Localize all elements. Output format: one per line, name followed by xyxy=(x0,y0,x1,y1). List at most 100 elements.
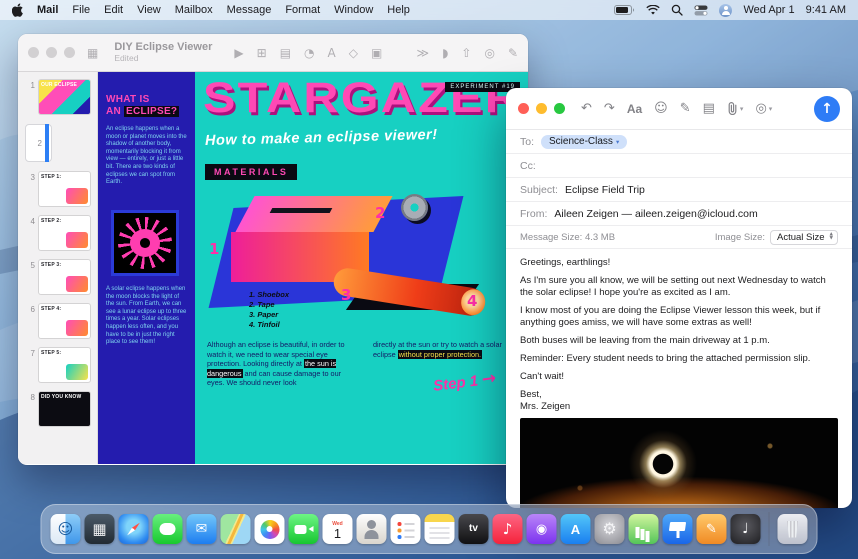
viewer-slit xyxy=(270,208,333,213)
send-button[interactable]: ↑ xyxy=(814,96,840,122)
page-thumbnail-3[interactable]: 3 STEP 1: xyxy=(25,172,90,206)
undo-icon[interactable]: ↶ xyxy=(581,101,592,116)
menu-format[interactable]: Format xyxy=(285,4,320,16)
document-canvas[interactable]: WHAT IS ANECLIPSE? An eclipse happens wh… xyxy=(98,72,528,464)
dock-settings-icon[interactable]: ⚙ xyxy=(595,514,625,544)
menu-edit[interactable]: Edit xyxy=(104,4,123,16)
photo-browser-icon[interactable]: ▤ xyxy=(703,101,715,116)
attach-icon[interactable]: ▾ xyxy=(727,102,744,115)
share-icon[interactable]: ⇧ xyxy=(461,46,471,60)
image-size-select[interactable]: Actual Size ▲ ▼ xyxy=(770,230,838,245)
menu-mailbox[interactable]: Mailbox xyxy=(175,4,213,16)
apps-chevron-icon: ▾ xyxy=(769,105,773,113)
wifi-icon[interactable] xyxy=(646,5,660,16)
safety-paragraph-left: Although an eclipse is beautiful, in ord… xyxy=(207,340,359,388)
menu-file[interactable]: File xyxy=(72,4,90,16)
chart-icon[interactable]: ◔ xyxy=(304,46,314,60)
markup-icon[interactable]: ✎ xyxy=(680,101,691,116)
subject-value[interactable]: Eclipse Field Trip xyxy=(565,184,645,196)
menu-date[interactable]: Wed Apr 1 xyxy=(743,4,794,16)
menu-app-name[interactable]: Mail xyxy=(37,4,58,16)
dock-numbers-icon[interactable] xyxy=(629,514,659,544)
page-thumbnail-5[interactable]: 5 STEP 3: xyxy=(25,260,90,294)
page-thumbnail-7[interactable]: 7 STEP 5: xyxy=(25,348,90,382)
from-field[interactable]: From: Aileen Zeigen — aileen.zeigen@iclo… xyxy=(506,202,852,226)
user-icon[interactable] xyxy=(719,4,732,17)
view-icon[interactable]: ▦ xyxy=(87,46,98,60)
subject-field[interactable]: Subject: Eclipse Field Trip xyxy=(506,178,852,202)
pages-window-title: DIY Eclipse Viewer Edited xyxy=(114,41,212,63)
redo-icon[interactable]: ↷ xyxy=(604,101,615,116)
materials-header: MATERIALS xyxy=(205,164,297,180)
format-fonts-icon[interactable]: Aa xyxy=(627,102,642,116)
dock-finder-icon[interactable]: ☺ xyxy=(51,514,81,544)
dock-garageband-icon[interactable]: ♩ xyxy=(731,514,761,544)
dock-reminders-icon[interactable] xyxy=(391,514,421,544)
dock-safari-icon[interactable] xyxy=(119,514,149,544)
message-body[interactable]: Greetings, earthlings! As I'm sure you a… xyxy=(506,249,852,508)
textbox-icon[interactable]: A xyxy=(328,46,336,60)
dock-keynote-icon[interactable] xyxy=(663,514,693,544)
close-button[interactable] xyxy=(518,103,529,114)
dock-music-icon[interactable]: ♪ xyxy=(493,514,523,544)
zoom-button[interactable] xyxy=(554,103,565,114)
dock-trash-icon[interactable] xyxy=(778,514,808,544)
emoji-icon[interactable]: ☺ xyxy=(654,101,668,116)
dock-maps-icon[interactable] xyxy=(221,514,251,544)
dock-app-store-icon[interactable]: A xyxy=(561,514,591,544)
dock-tv-icon[interactable]: tv xyxy=(459,514,489,544)
insert-icon[interactable]: ⊞ xyxy=(257,46,267,60)
dock-pages-icon[interactable]: ✎ xyxy=(697,514,727,544)
play-icon[interactable]: ▶ xyxy=(234,46,243,60)
control-center-icon[interactable] xyxy=(694,5,708,16)
comment-icon[interactable]: ◗ xyxy=(442,46,448,60)
cc-field[interactable]: Cc: xyxy=(506,154,852,178)
close-button[interactable] xyxy=(28,47,39,58)
pages-window-controls xyxy=(28,47,75,58)
apple-icon[interactable] xyxy=(12,3,23,17)
sun-illustration xyxy=(111,210,179,276)
minimize-button[interactable] xyxy=(46,47,57,58)
body-paragraph: As I'm sure you all know, we will be set… xyxy=(520,275,838,299)
shape-icon[interactable]: ◇ xyxy=(349,46,358,60)
menu-message[interactable]: Message xyxy=(227,4,272,16)
dock-photos-icon[interactable] xyxy=(255,514,285,544)
menu-time[interactable]: 9:41 AM xyxy=(806,4,846,16)
body-paragraph: I know most of you are doing the Eclipse… xyxy=(520,305,838,329)
zoom-button[interactable] xyxy=(64,47,75,58)
dock-mail-icon[interactable]: ✉ xyxy=(187,514,217,544)
dock-messages-icon[interactable] xyxy=(153,514,183,544)
materials-list: 1. Shoebox 2. Tape 3. Paper 4. Tinfoil xyxy=(249,290,289,330)
table-icon[interactable]: ▤ xyxy=(280,46,291,60)
from-value[interactable]: Aileen Zeigen — aileen.zeigen@icloud.com xyxy=(554,208,757,220)
collaborate-icon[interactable]: ◎ xyxy=(484,46,494,60)
message-size: Message Size: 4.3 MB xyxy=(520,232,615,243)
sun-core xyxy=(130,229,160,257)
menu-help[interactable]: Help xyxy=(387,4,410,16)
more-icon[interactable]: ≫ xyxy=(417,46,430,60)
menu-view[interactable]: View xyxy=(137,4,161,16)
dock-contacts-icon[interactable] xyxy=(357,514,387,544)
dock-podcasts-icon[interactable]: ◉ xyxy=(527,514,557,544)
search-icon[interactable] xyxy=(671,4,683,16)
recipient-token[interactable]: Science-Class ▾ xyxy=(541,135,627,149)
menu-window[interactable]: Window xyxy=(334,4,373,16)
dock-facetime-icon[interactable] xyxy=(289,514,319,544)
battery-icon[interactable] xyxy=(614,5,635,15)
page-thumbnail-4[interactable]: 4 STEP 2: xyxy=(25,216,90,250)
page-thumbnail-8[interactable]: 8 DID YOU KNOW xyxy=(25,392,90,426)
dock-notes-icon[interactable] xyxy=(425,514,455,544)
page-thumbnail-1[interactable]: 1 OUR ECLIPSE xyxy=(25,80,90,114)
signature-line: Mrs. Zeigen xyxy=(520,401,838,413)
page-thumbnail-2[interactable]: 2 STARGAZER xyxy=(25,124,52,162)
subject-label: Subject: xyxy=(520,184,558,196)
format-icon[interactable]: ✎ xyxy=(508,46,518,60)
dock-launchpad-icon[interactable]: ▦ xyxy=(85,514,115,544)
insert-apps-icon[interactable]: ◎ ▾ xyxy=(755,101,772,116)
eclipse-photo-attachment[interactable] xyxy=(520,418,838,508)
to-field[interactable]: To: Science-Class ▾ xyxy=(506,130,852,154)
page-thumbnail-6[interactable]: 6 STEP 4: xyxy=(25,304,90,338)
dock-calendar-icon[interactable]: Wed 1 xyxy=(323,514,353,544)
minimize-button[interactable] xyxy=(536,103,547,114)
media-icon[interactable]: ▣ xyxy=(371,46,382,60)
